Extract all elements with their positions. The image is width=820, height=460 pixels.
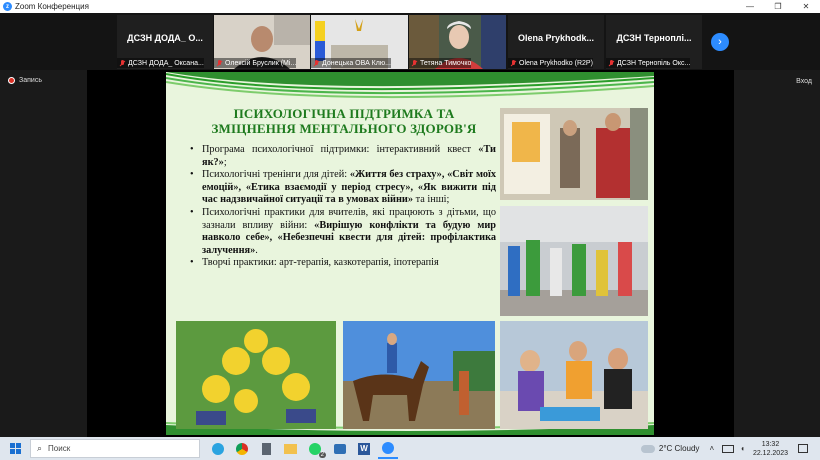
zoom-logo-icon: z bbox=[3, 2, 12, 11]
cloud-icon bbox=[640, 444, 655, 453]
window-title: Zoom Конференция bbox=[15, 2, 89, 11]
chrome-icon bbox=[236, 442, 248, 455]
participant-caption-text: ДСЗН ДОДА_ Оксана... bbox=[128, 59, 204, 67]
photo-horse bbox=[343, 321, 495, 429]
slide-bullet-list: Програма психологічної підтримки: інтера… bbox=[188, 144, 496, 270]
participant-tile[interactable]: Olena Prykhodk... Olena Prykhodko (R2P) bbox=[508, 15, 604, 69]
windows-logo-icon bbox=[9, 443, 21, 454]
chevron-right-icon: › bbox=[718, 36, 722, 48]
telegram-icon bbox=[212, 442, 224, 455]
maximize-button[interactable]: ❐ bbox=[764, 0, 792, 13]
taskbar-app-zoom[interactable] bbox=[378, 439, 398, 459]
participant-caption: Тетяна Тимочко bbox=[409, 58, 472, 68]
participant-tile-name: ДСЗН ДОДА_ О... bbox=[127, 33, 203, 43]
bullet-text: Психологічні тренінги для дітей: bbox=[202, 169, 350, 181]
weather-widget[interactable]: 2°C Cloudy bbox=[640, 444, 700, 453]
taskbar-app-explorer[interactable] bbox=[280, 439, 300, 459]
search-icon: ⌕ bbox=[37, 443, 43, 453]
taskbar-search[interactable]: ⌕ Поиск bbox=[30, 439, 200, 458]
muted-mic-icon bbox=[608, 59, 615, 67]
minimize-button[interactable]: — bbox=[736, 0, 764, 13]
muted-mic-icon bbox=[216, 59, 223, 67]
muted-mic-icon bbox=[313, 59, 320, 67]
taskbar-app-word[interactable]: W bbox=[354, 439, 374, 459]
participant-caption: Донецька ОВА Клю... bbox=[311, 58, 391, 68]
participant-caption: ДСЗН ДОДА_ Оксана... bbox=[117, 58, 204, 68]
participant-caption: ДСЗН Тернопіль Окс... bbox=[606, 58, 691, 68]
muted-mic-icon bbox=[411, 59, 418, 67]
photo-gym-game bbox=[500, 206, 648, 316]
network-icon[interactable] bbox=[722, 444, 735, 453]
bullet-item: Творчі практики: арт-терапія, казкотерап… bbox=[188, 257, 496, 270]
bullet-text: . bbox=[255, 244, 258, 256]
participant-caption-text: Тетяна Тимочко bbox=[420, 59, 472, 67]
bullet-item: Психологічні практики для вчителів, які … bbox=[188, 207, 496, 257]
participant-tile[interactable]: ДСЗН Терноплі... ДСЗН Тернопіль Окс... bbox=[606, 15, 702, 69]
bullet-item: Програма психологічної підтримки: інтера… bbox=[188, 144, 496, 169]
slide-title-line: ЗМІЦНЕННЯ МЕНТАЛЬНОГО ЗДОРОВ'Я bbox=[211, 121, 477, 136]
enter-button[interactable]: Вход bbox=[796, 78, 812, 85]
muted-mic-icon bbox=[119, 59, 126, 67]
photo-art-therapy bbox=[500, 321, 648, 429]
participant-tile[interactable]: Донецька ОВА Клю... bbox=[311, 15, 408, 69]
notification-badge: 2 bbox=[318, 451, 326, 458]
participant-tile[interactable]: Тетяна Тимочко bbox=[409, 15, 506, 69]
presentation-slide: ПСИХОЛОГІЧНА ПІДТРИМКА ТА ЗМІЦНЕННЯ МЕНТ… bbox=[166, 72, 654, 435]
title-bar: z Zoom Конференция — ❐ ✕ bbox=[0, 0, 820, 13]
taskbar-app-telegram[interactable] bbox=[208, 439, 228, 459]
shared-screen: ПСИХОЛОГІЧНА ПІДТРИМКА ТА ЗМІЦНЕННЯ МЕНТ… bbox=[87, 70, 734, 437]
participant-tile-name: ДСЗН Терноплі... bbox=[616, 33, 692, 43]
photo-kids-grass bbox=[176, 321, 336, 429]
record-dot-icon bbox=[8, 77, 15, 84]
zoom-icon bbox=[382, 441, 394, 454]
taskbar: ⌕ Поиск 2 W 2°C Cloudy ˄ ◖ 13:32 22.12.2… bbox=[0, 437, 820, 460]
bullet-text: ; bbox=[223, 156, 227, 168]
clock[interactable]: 13:32 22.12.2023 bbox=[753, 440, 788, 458]
bullet-text: та інші; bbox=[413, 194, 450, 206]
participant-tile[interactable]: Олексій Бруслик (Мі... bbox=[214, 15, 310, 69]
taskbar-app-chat[interactable] bbox=[330, 439, 350, 459]
search-placeholder: Поиск bbox=[48, 444, 71, 453]
record-label: Запись bbox=[19, 77, 42, 84]
participant-caption: Олексій Бруслик (Мі... bbox=[214, 58, 297, 68]
participant-caption-text: ДСЗН Тернопіль Окс... bbox=[617, 59, 691, 67]
word-icon: W bbox=[358, 442, 370, 455]
slide-title-line: ПСИХОЛОГІЧНА ПІДТРИМКА ТА bbox=[233, 106, 455, 121]
taskbar-app-calculator[interactable] bbox=[256, 439, 276, 459]
taskbar-app-whatsapp[interactable]: 2 bbox=[304, 439, 326, 459]
participant-caption-text: Донецька ОВА Клю... bbox=[322, 59, 391, 67]
chat-icon bbox=[334, 443, 346, 454]
weather-text: 2°C Cloudy bbox=[658, 444, 700, 453]
next-page-button[interactable]: › bbox=[711, 33, 729, 51]
record-indicator[interactable]: Запись bbox=[8, 77, 42, 84]
participant-tile-name: Olena Prykhodk... bbox=[517, 33, 595, 43]
clock-time: 13:32 bbox=[761, 440, 780, 448]
volume-icon[interactable]: ◖ bbox=[740, 444, 745, 453]
participant-caption: Olena Prykhodko (R2P) bbox=[508, 58, 593, 68]
clock-date: 22.12.2023 bbox=[752, 449, 788, 457]
tray-chevron-up-icon[interactable]: ˄ bbox=[709, 444, 714, 453]
bullet-text: Програма психологічної підтримки: інтера… bbox=[202, 144, 479, 155]
bullet-text: Творчі практики: арт-терапія, казкотерап… bbox=[202, 257, 439, 269]
start-button[interactable] bbox=[0, 437, 30, 460]
calculator-icon bbox=[261, 442, 271, 455]
folder-icon bbox=[283, 443, 297, 454]
slide-title: ПСИХОЛОГІЧНА ПІДТРИМКА ТА ЗМІЦНЕННЯ МЕНТ… bbox=[194, 106, 494, 136]
photo-workshop bbox=[500, 108, 648, 200]
close-button[interactable]: ✕ bbox=[792, 0, 820, 13]
participant-strip: ДСЗН ДОДА_ О... ДСЗН ДОДА_ Оксана... Оле… bbox=[0, 13, 820, 70]
taskbar-app-chrome[interactable] bbox=[232, 439, 252, 459]
bullet-item: Психологічні тренінги для дітей: «Життя … bbox=[188, 169, 496, 207]
participant-caption-text: Olena Prykhodko (R2P) bbox=[519, 59, 593, 67]
participant-caption-text: Олексій Бруслик (Мі... bbox=[225, 59, 297, 67]
participant-tile[interactable]: ДСЗН ДОДА_ О... ДСЗН ДОДА_ Оксана... bbox=[117, 15, 213, 69]
notification-icon[interactable] bbox=[798, 444, 808, 453]
muted-mic-icon bbox=[510, 59, 517, 67]
